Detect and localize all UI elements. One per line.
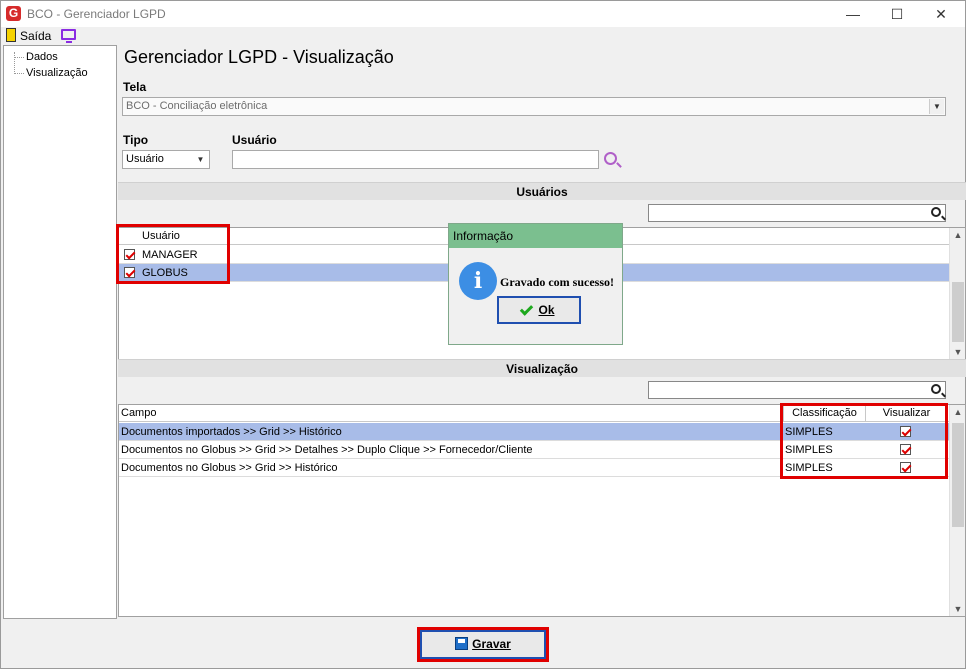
search-icon[interactable]	[604, 152, 617, 165]
ok-label: Ok	[538, 303, 555, 317]
navigation-tree: Dados Visualização	[3, 45, 117, 619]
info-icon: i	[459, 262, 497, 300]
scroll-down-icon[interactable]: ▼	[950, 604, 966, 614]
menu-bar: Saída	[1, 27, 965, 45]
info-dialog: Informação i Gravado com sucesso! Ok	[448, 223, 623, 345]
tree-item-visualizacao[interactable]: Visualização	[26, 67, 88, 79]
app-logo-icon: G	[6, 6, 21, 21]
window-title: BCO - Gerenciador LGPD	[27, 7, 166, 21]
tela-select-value: BCO - Conciliação eletrônica	[126, 100, 268, 112]
exit-menu-item[interactable]: Saída	[20, 29, 51, 43]
tela-label: Tela	[123, 80, 147, 94]
scrollbar-thumb[interactable]	[952, 282, 964, 342]
visualizacao-search-input[interactable]	[648, 381, 946, 399]
usuarios-scrollbar[interactable]: ▲ ▼	[949, 228, 965, 359]
scrollbar-thumb[interactable]	[952, 423, 964, 527]
row-campo: Documentos importados >> Grid >> Históri…	[121, 426, 342, 438]
gravar-label: Gravar	[472, 637, 511, 651]
dialog-message: Gravado com sucesso!	[500, 275, 614, 289]
gravar-button[interactable]: Gravar	[420, 630, 546, 659]
close-button[interactable]: ✕	[919, 1, 963, 27]
visualizacao-section-header: Visualização	[118, 359, 966, 377]
visualizacao-scrollbar[interactable]: ▲ ▼	[949, 405, 965, 616]
usuario-input[interactable]	[232, 150, 599, 169]
tree-connector	[14, 57, 24, 58]
dialog-title: Informação	[449, 224, 622, 248]
row-campo: Documentos no Globus >> Grid >> Históric…	[121, 462, 338, 474]
chevron-down-icon[interactable]: ▼	[193, 152, 208, 167]
save-disk-icon	[455, 637, 469, 650]
highlight-box	[116, 224, 230, 284]
checkmark-icon	[520, 302, 534, 316]
scroll-up-icon[interactable]: ▲	[950, 230, 966, 240]
usuarios-search-input[interactable]	[648, 204, 946, 222]
tree-connector	[14, 73, 24, 74]
row-campo: Documentos no Globus >> Grid >> Detalhes…	[121, 444, 533, 456]
usuarios-section-header: Usuários	[118, 182, 966, 200]
title-bar: G BCO - Gerenciador LGPD — ☐ ✕	[1, 1, 965, 27]
app-window: G BCO - Gerenciador LGPD — ☐ ✕ Saída Dad…	[0, 0, 966, 669]
tree-item-dados[interactable]: Dados	[26, 51, 58, 63]
scroll-down-icon[interactable]: ▼	[950, 347, 966, 357]
monitor-icon[interactable]	[61, 29, 76, 43]
column-header-campo[interactable]: Campo	[121, 405, 156, 421]
highlight-box	[780, 403, 948, 479]
ok-button[interactable]: Ok	[497, 296, 581, 324]
exit-door-icon[interactable]	[6, 28, 16, 42]
minimize-button[interactable]: —	[831, 1, 875, 27]
usuario-label: Usuário	[232, 133, 277, 147]
tipo-select[interactable]: Usuário ▼	[122, 150, 210, 169]
search-icon[interactable]	[931, 384, 941, 394]
tela-select[interactable]: BCO - Conciliação eletrônica ▼	[122, 97, 946, 116]
page-title: Gerenciador LGPD - Visualização	[124, 47, 394, 67]
tipo-select-value: Usuário	[126, 153, 164, 165]
scroll-up-icon[interactable]: ▲	[950, 407, 966, 417]
tipo-label: Tipo	[123, 133, 149, 147]
search-icon[interactable]	[931, 207, 941, 217]
tree-connector	[14, 52, 15, 74]
maximize-button[interactable]: ☐	[875, 1, 919, 27]
chevron-down-icon[interactable]: ▼	[929, 99, 944, 114]
